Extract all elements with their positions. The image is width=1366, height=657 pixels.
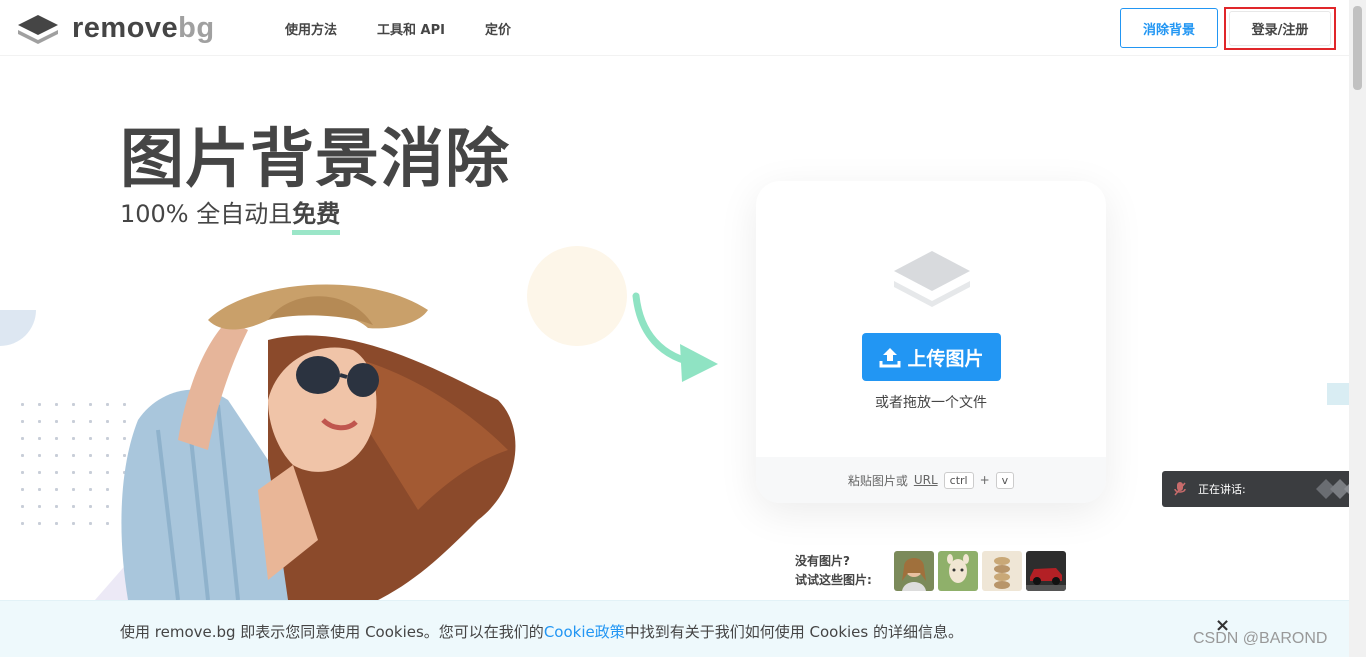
logo-layers-icon	[18, 14, 58, 44]
decor-dot-grid	[14, 396, 134, 536]
upload-card[interactable]: 上传图片 或者拖放一个文件 粘贴图片或 URL ctrl + v	[756, 181, 1106, 503]
top-header: removebg 使用方法 工具和 API 定价 消除背景 登录/注册	[0, 0, 1349, 56]
microphone-muted-icon	[1162, 481, 1198, 497]
sample-label-line1: 没有图片?	[795, 554, 850, 568]
scrollbar-thumb[interactable]	[1353, 6, 1362, 90]
paste-url-link[interactable]: URL	[914, 473, 938, 487]
watermark-text: CSDN @BAROND	[1193, 630, 1328, 647]
hero-subtitle-text: 100% 全自动且	[120, 200, 293, 228]
drag-drop-hint: 或者拖放一个文件	[875, 395, 987, 411]
hero-woman-image	[121, 284, 516, 600]
paste-hint-text: 粘贴图片或	[847, 473, 908, 488]
speaking-indicator: 正在讲话:	[1162, 471, 1366, 507]
key-plus: +	[979, 473, 990, 487]
logo-text: removebg	[72, 12, 215, 44]
page-title: 图片背景消除	[120, 123, 510, 197]
decor-square	[1327, 383, 1349, 405]
speaking-label: 正在讲话:	[1198, 483, 1246, 496]
decor-half-circle	[0, 310, 36, 346]
cookie-banner: 使用 remove.bg 即表示您同意使用 Cookies。您可以在我们的Coo…	[0, 600, 1349, 657]
nav-how-to-use[interactable]: 使用方法	[285, 19, 337, 38]
login-register-label: 登录/注册	[1229, 11, 1331, 46]
login-register-button[interactable]: 登录/注册	[1224, 7, 1336, 50]
layers-icon	[894, 251, 970, 307]
sample-label-line2: 试试这些图片:	[795, 573, 872, 587]
sample-image-cookies[interactable]	[982, 551, 1022, 591]
cookie-notice: 使用 remove.bg 即表示您同意使用 Cookies。您可以在我们的Coo…	[120, 621, 963, 642]
hero-subtitle-emphasis: 免费	[292, 194, 341, 235]
sample-image-car[interactable]	[1026, 551, 1066, 591]
paste-hint-bar: 粘贴图片或 URL ctrl + v	[756, 457, 1106, 503]
cookie-text-before: 使用 remove.bg 即表示您同意使用 Cookies。您可以在我们的	[120, 623, 544, 641]
upload-button-label: 上传图片	[907, 347, 984, 370]
sample-image-alpaca[interactable]	[938, 551, 978, 591]
upload-image-button[interactable]: 上传图片	[862, 333, 1001, 381]
nav-pricing[interactable]: 定价	[485, 19, 511, 38]
remove-background-button[interactable]: 消除背景	[1120, 8, 1218, 48]
cookie-policy-link[interactable]: Cookie政策	[544, 623, 625, 641]
key-v: v	[995, 471, 1015, 489]
main-nav: 使用方法 工具和 API 定价	[285, 0, 511, 56]
nav-tools-api[interactable]: 工具和 API	[377, 19, 445, 38]
cookie-text-after: 中找到有关于我们如何使用 Cookies 的详细信息。	[624, 623, 963, 641]
arrow-decoration-icon	[632, 292, 718, 382]
sample-images-label: 没有图片? 试试这些图片:	[795, 552, 872, 590]
hero-subtitle: 100% 全自动且免费	[120, 194, 341, 235]
upload-icon	[879, 348, 901, 368]
sample-image-woman[interactable]	[894, 551, 934, 591]
decor-circle	[527, 246, 627, 346]
logo[interactable]: removebg	[16, 12, 215, 45]
page-scrollbar[interactable]	[1349, 0, 1366, 657]
key-ctrl: ctrl	[943, 471, 974, 489]
